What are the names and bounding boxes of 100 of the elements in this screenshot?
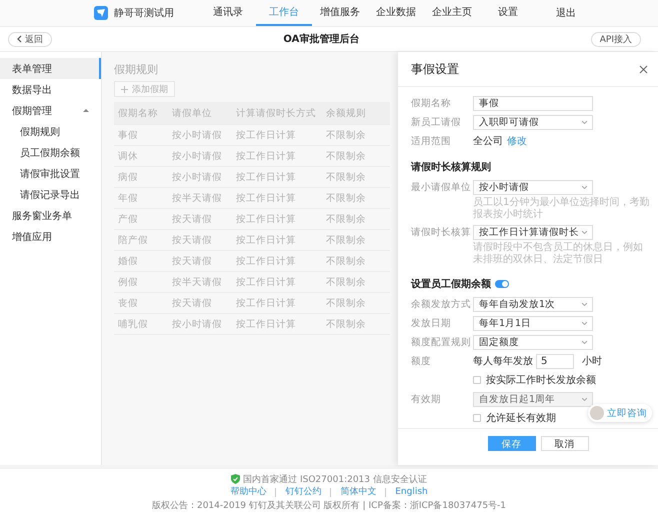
logout-link[interactable]: 退出	[538, 0, 594, 26]
select-field[interactable]: 按工作日计算请假时长	[473, 224, 593, 240]
table-cell: 丧假	[114, 292, 168, 314]
field-label: 适用范围	[411, 134, 452, 148]
sidebar-item[interactable]: 增值应用	[0, 226, 101, 247]
checkbox-label: 按实际工作时长发放余额	[486, 374, 596, 387]
table-cell: 不限制余	[322, 208, 390, 230]
quota-input[interactable]: 5	[536, 354, 574, 368]
table-cell: 不限制余	[322, 250, 390, 272]
table-cell: 陪产假	[114, 230, 168, 250]
copyright-text: 版权公告：2014-2019 钉钉及其关联公司 版权所有 | ICP备案：浙ICP备18037475号-1	[152, 499, 506, 512]
table-cell: 按工作日计算	[232, 146, 322, 166]
sidebar-subitem[interactable]: 员工假期余额	[0, 142, 101, 163]
table-cell: 按半天请假	[168, 188, 232, 208]
field-label: 发放日期	[411, 316, 452, 330]
checkbox-label: 允许延长有效期	[486, 412, 556, 425]
section-heading: 请假时长核算规则	[411, 160, 491, 174]
table-cell: 按工作日计算	[232, 314, 322, 334]
table-cell: 不限制余	[322, 314, 390, 334]
field-label: 额度	[411, 354, 432, 368]
toggle-switch[interactable]	[495, 280, 509, 288]
nav-tab[interactable]: 通讯录	[200, 0, 256, 26]
sidebar-subitem[interactable]: 请假审批设置	[0, 163, 101, 184]
table-cell: 不限制余	[322, 124, 390, 146]
sidebar-subitem[interactable]: 请假记录导出	[0, 184, 101, 205]
hint-text: 员工以1分钟为最小单位选择时间，考勤报表按小时统计	[473, 197, 650, 221]
checkbox[interactable]	[473, 376, 481, 384]
input-field[interactable]: 事假	[473, 96, 593, 110]
table-cell: 不限制余	[322, 292, 390, 314]
table-cell: 调休	[114, 146, 168, 166]
table-cell: 按工作日计算	[232, 124, 322, 146]
field-text: 每人每年发放	[473, 355, 533, 368]
select-field[interactable]: 固定额度	[473, 334, 593, 350]
table-cell: 按天请假	[168, 250, 232, 272]
field-label: 新员工请假	[411, 116, 462, 128]
table-cell: 按工作日计算	[232, 230, 322, 250]
chevron-down-icon	[582, 302, 587, 306]
nav-tab[interactable]: 增值服务	[312, 0, 368, 26]
chevron-down-icon	[582, 120, 587, 124]
field-value: 全公司	[473, 135, 503, 148]
api-button[interactable]: API接入	[590, 32, 641, 46]
chevron-left-icon	[17, 35, 22, 43]
cancel-button[interactable]: 取消	[540, 436, 588, 450]
unit-label: 小时	[582, 354, 602, 368]
close-icon[interactable]	[639, 64, 648, 74]
avatar	[590, 406, 604, 420]
checkbox[interactable]	[473, 414, 481, 422]
chevron-down-icon	[582, 322, 587, 324]
table-cell: 婚假	[114, 250, 168, 272]
table-cell: 产假	[114, 208, 168, 230]
plus-icon	[121, 86, 128, 92]
nav-tab[interactable]: 设置	[480, 0, 536, 26]
table-cell: 按小时请假	[168, 314, 232, 334]
column-header: 假期名称	[114, 102, 168, 124]
sidebar-subitem[interactable]: 假期规则	[0, 121, 101, 142]
select-field[interactable]: 入职即可请假	[473, 114, 593, 130]
field-label: 假期名称	[411, 96, 452, 110]
nav-tab[interactable]: 企业数据	[368, 0, 424, 26]
logo-icon	[94, 6, 108, 20]
table-cell: 不限制余	[322, 166, 390, 188]
table-cell: 按工作日计算	[232, 272, 322, 292]
back-button[interactable]: 返回	[8, 32, 52, 46]
table-cell: 按天请假	[168, 292, 232, 314]
table-cell: 按工作日计算	[232, 188, 322, 208]
select-field[interactable]: 每年1月1日	[473, 316, 593, 330]
hint-text: 请假时段中不包含员工的休息日，例如未排班的双休日、法定节假日	[473, 242, 644, 266]
sidebar-item[interactable]: 服务窗业务单	[0, 205, 101, 226]
brand-name: 静哥哥测试用	[114, 6, 174, 20]
table-cell: 哺乳假	[114, 314, 168, 334]
table-cell: 按小时请假	[168, 166, 232, 188]
chevron-down-icon	[582, 186, 587, 188]
column-header: 计算请假时长方式	[232, 102, 322, 124]
sidebar-item[interactable]: 数据导出	[0, 79, 101, 100]
table-cell: 按小时请假	[168, 124, 232, 146]
chevron-down-icon	[582, 340, 587, 344]
column-header: 余额规则	[322, 102, 390, 124]
table-cell: 按工作日计算	[232, 208, 322, 230]
field-label: 有效期	[411, 392, 442, 406]
select-field[interactable]: 每年自动发放1次	[473, 296, 593, 312]
section-heading: 设置员工假期余额	[411, 277, 491, 291]
table-cell: 按工作日计算	[232, 250, 322, 272]
table-cell: 按小时请假	[168, 146, 232, 166]
column-header: 请假单位	[168, 102, 232, 124]
shield-check-icon	[231, 474, 240, 484]
table-cell: 按天请假	[168, 230, 232, 250]
table-cell: 不限制余	[322, 230, 390, 250]
sidebar-item[interactable]: 假期管理	[0, 100, 101, 121]
nav-tab[interactable]: 企业主页	[424, 0, 480, 26]
sidebar-item[interactable]: 表单管理	[0, 58, 101, 79]
table-cell: 不限制余	[322, 272, 390, 292]
chevron-down-icon	[582, 230, 587, 234]
select-field[interactable]: 按小时请假	[473, 180, 593, 194]
certification-text: 国内首家通过 ISO27001:2013 信息安全认证	[243, 474, 427, 486]
table-cell: 按半天请假	[168, 272, 232, 292]
table-cell: 病假	[114, 166, 168, 188]
field-label: 请假时长核算	[411, 226, 472, 238]
drawer-title: 事假设置	[411, 60, 459, 78]
table-cell: 按天请假	[168, 208, 232, 230]
field-label: 额度配置规则	[411, 336, 472, 348]
table-cell: 按工作日计算	[232, 292, 322, 314]
